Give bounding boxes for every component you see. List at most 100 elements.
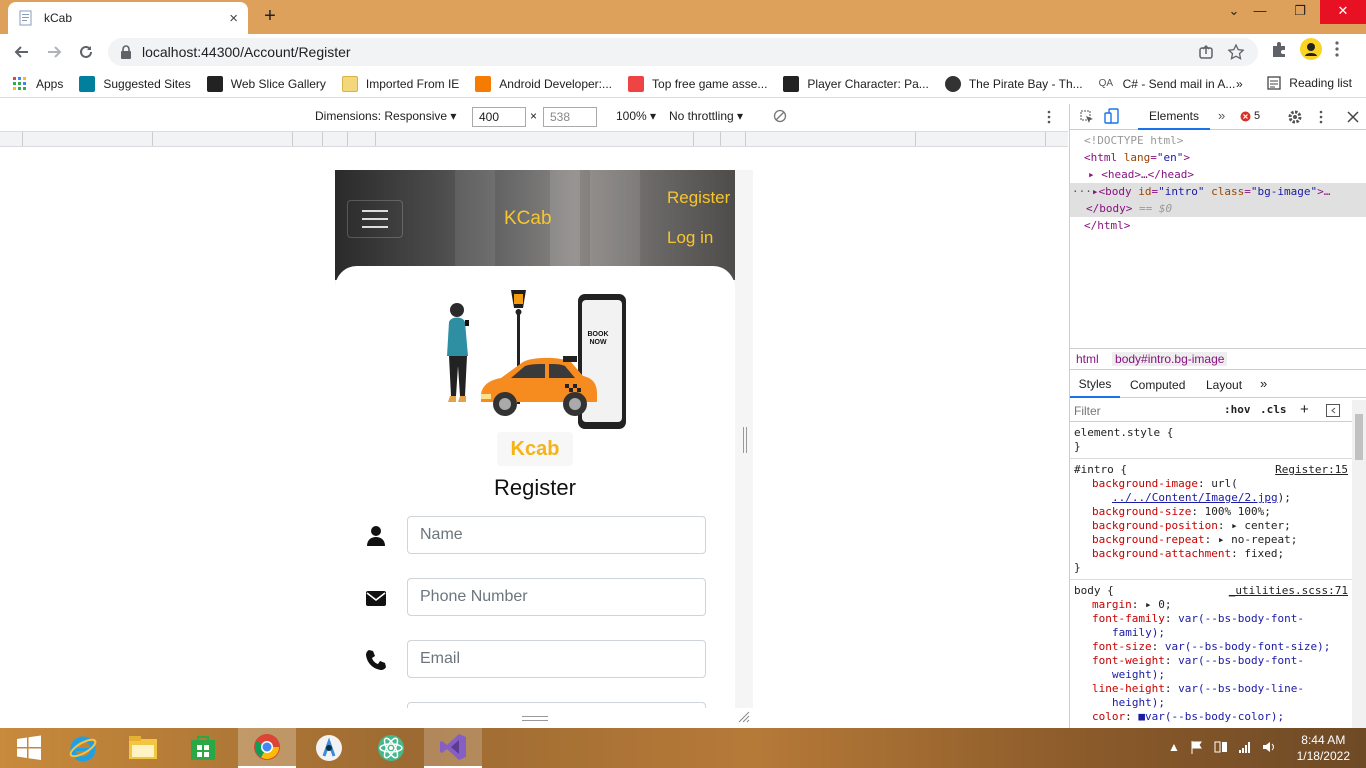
reload-button[interactable] (70, 36, 102, 68)
bookmarks-overflow-button[interactable]: » (1236, 77, 1243, 91)
styles-filter-input[interactable] (1074, 403, 1212, 419)
back-button[interactable] (6, 36, 38, 68)
taskbar-ie[interactable] (54, 728, 112, 768)
bookmark-web-slice-gallery[interactable]: Web Slice Gallery (206, 75, 326, 92)
device-width-input[interactable]: 400 (472, 107, 526, 127)
background-image-url-link[interactable]: ../../Content/Image/2.jpg (1112, 491, 1278, 504)
phone-number-input[interactable] (407, 578, 706, 616)
tab-elements[interactable]: Elements (1138, 104, 1210, 130)
body-rule[interactable]: body {_utilities.scss:71 margin: ▸ 0; fo… (1070, 580, 1352, 728)
dom-html-close[interactable]: </html> (1070, 217, 1366, 234)
taskbar-visual-studio[interactable] (424, 728, 482, 768)
resize-handle-right[interactable] (743, 427, 747, 453)
styles-more-tabs[interactable]: » (1260, 376, 1267, 391)
prop-value: var(--bs-body-font- (1178, 654, 1304, 667)
throttling-select[interactable]: No throttling ▾ (669, 109, 743, 123)
element-style-rule[interactable]: element.style { } (1070, 424, 1352, 459)
devtools-menu-icon[interactable] (1318, 110, 1324, 124)
restore-button[interactable]: ❐ (1280, 0, 1320, 24)
dom-doctype[interactable]: <!DOCTYPE html> (1070, 132, 1366, 149)
share-icon[interactable] (1198, 44, 1214, 60)
network-signal-icon[interactable] (1238, 740, 1252, 754)
bookmark-game-assets[interactable]: Top free game asse... (628, 75, 767, 92)
navbar-brand[interactable]: KCab (504, 208, 552, 230)
next-input[interactable] (407, 702, 706, 708)
device-height-input[interactable]: 538 (543, 107, 597, 127)
tab-close-icon[interactable]: × (229, 10, 238, 27)
book-text: BOOK (588, 331, 609, 338)
close-devtools-icon[interactable] (1347, 111, 1359, 123)
browser-tab[interactable]: kCab × (8, 2, 248, 34)
bookmark-android-developer[interactable]: Android Developer:... (475, 75, 612, 92)
tab-styles[interactable]: Styles (1070, 372, 1120, 398)
bookmark-label: The Pirate Bay - Th... (968, 76, 1083, 91)
dom-body-close[interactable]: </body> == $0 (1070, 200, 1366, 217)
tab-layout[interactable]: Layout (1206, 378, 1242, 392)
tab-computed[interactable]: Computed (1130, 378, 1185, 392)
prop-name: font-size (1092, 640, 1152, 653)
breadcrumb-html[interactable]: html (1076, 352, 1099, 366)
volume-icon[interactable] (1262, 740, 1276, 754)
reading-list-label: Reading list (1289, 76, 1352, 90)
taskbar-android-studio[interactable] (300, 728, 358, 768)
language-icon[interactable] (1214, 740, 1228, 754)
forward-arrow-icon (48, 46, 62, 58)
device-toggle-icon[interactable] (1104, 108, 1120, 124)
inspect-element-icon[interactable] (1080, 110, 1094, 124)
resize-handle-bottom[interactable] (522, 716, 548, 721)
more-tabs-button[interactable]: » (1218, 108, 1225, 123)
nav-register-link[interactable]: Register (667, 188, 730, 208)
forward-button[interactable] (38, 36, 70, 68)
taskbar-atom[interactable] (362, 728, 420, 768)
profile-avatar-icon[interactable] (1300, 38, 1322, 60)
name-input[interactable] (407, 516, 706, 554)
page-favicon-icon (19, 10, 32, 26)
navbar-toggler-button[interactable] (347, 200, 403, 238)
dom-html-node[interactable]: <html lang="en"> (1070, 149, 1366, 166)
error-counter[interactable]: 5 (1240, 110, 1260, 122)
address-bar[interactable]: localhost:44300/Account/Register (108, 38, 1258, 66)
styles-scrollbar[interactable] (1352, 400, 1366, 728)
resize-corner-icon[interactable] (738, 711, 750, 723)
dom-body-node[interactable]: ···▸<body id="intro" class="bg-image">… (1070, 183, 1366, 200)
zoom-select[interactable]: 100% ▾ (616, 109, 656, 123)
dimensions-select[interactable]: Dimensions: Responsive ▾ (315, 109, 456, 123)
taskbar-chrome[interactable] (238, 728, 296, 768)
rotate-disabled-icon[interactable] (773, 109, 787, 123)
new-tab-button[interactable]: + (258, 5, 282, 29)
bookmark-player-character[interactable]: Player Character: Pa... (783, 75, 929, 92)
intro-rule[interactable]: #intro {Register:15 background-image: ur… (1070, 459, 1352, 580)
bookmark-star-icon[interactable] (1228, 44, 1244, 60)
prop-value-continued: height); (1112, 696, 1165, 709)
chrome-menu-icon[interactable] (1334, 40, 1340, 58)
reading-list-button[interactable]: Reading list (1267, 76, 1352, 90)
toggle-sidebar-icon[interactable] (1326, 404, 1340, 417)
bookmark-suggested-sites[interactable]: Suggested Sites (79, 75, 191, 92)
minimize-button[interactable]: — (1240, 0, 1280, 24)
hov-toggle[interactable]: :hov (1224, 403, 1251, 416)
device-toolbar-more-icon[interactable] (1046, 110, 1052, 124)
settings-gear-icon[interactable] (1287, 109, 1303, 125)
taskbar-store[interactable] (174, 728, 232, 768)
extensions-puzzle-icon[interactable] (1270, 40, 1288, 58)
dom-head-node[interactable]: ▸ <head>…</head> (1070, 166, 1366, 183)
bookmark-apps[interactable]: Apps (12, 76, 63, 92)
tray-chevron-icon[interactable]: ▲ (1168, 740, 1180, 754)
body-rule-source[interactable]: _utilities.scss:71 (1229, 584, 1348, 598)
email-input[interactable] (407, 640, 706, 678)
taskbar-file-explorer[interactable] (114, 728, 172, 768)
taskbar-clock[interactable]: 8:44 AM 1/18/2022 (1297, 732, 1350, 764)
action-center-flag-icon[interactable] (1190, 740, 1204, 754)
bookmark-csharp-send-mail[interactable]: QA C# - Send mail in A... (1098, 75, 1235, 92)
start-button[interactable] (0, 728, 58, 768)
bookmark-pirate-bay[interactable]: The Pirate Bay - Th... (944, 75, 1083, 92)
breadcrumb-body[interactable]: body#intro.bg-image (1112, 352, 1228, 366)
nav-login-link[interactable]: Log in (667, 228, 713, 248)
cls-toggle[interactable]: .cls (1260, 403, 1287, 416)
close-window-button[interactable]: ✕ (1320, 0, 1366, 24)
bookmark-label: Player Character: Pa... (807, 76, 929, 91)
bookmark-imported-from-ie[interactable]: Imported From IE (341, 75, 459, 92)
prop-value: var(--bs-body-font- (1178, 612, 1304, 625)
intro-rule-source[interactable]: Register:15 (1275, 463, 1348, 477)
new-rule-icon[interactable]: + (1300, 401, 1309, 418)
